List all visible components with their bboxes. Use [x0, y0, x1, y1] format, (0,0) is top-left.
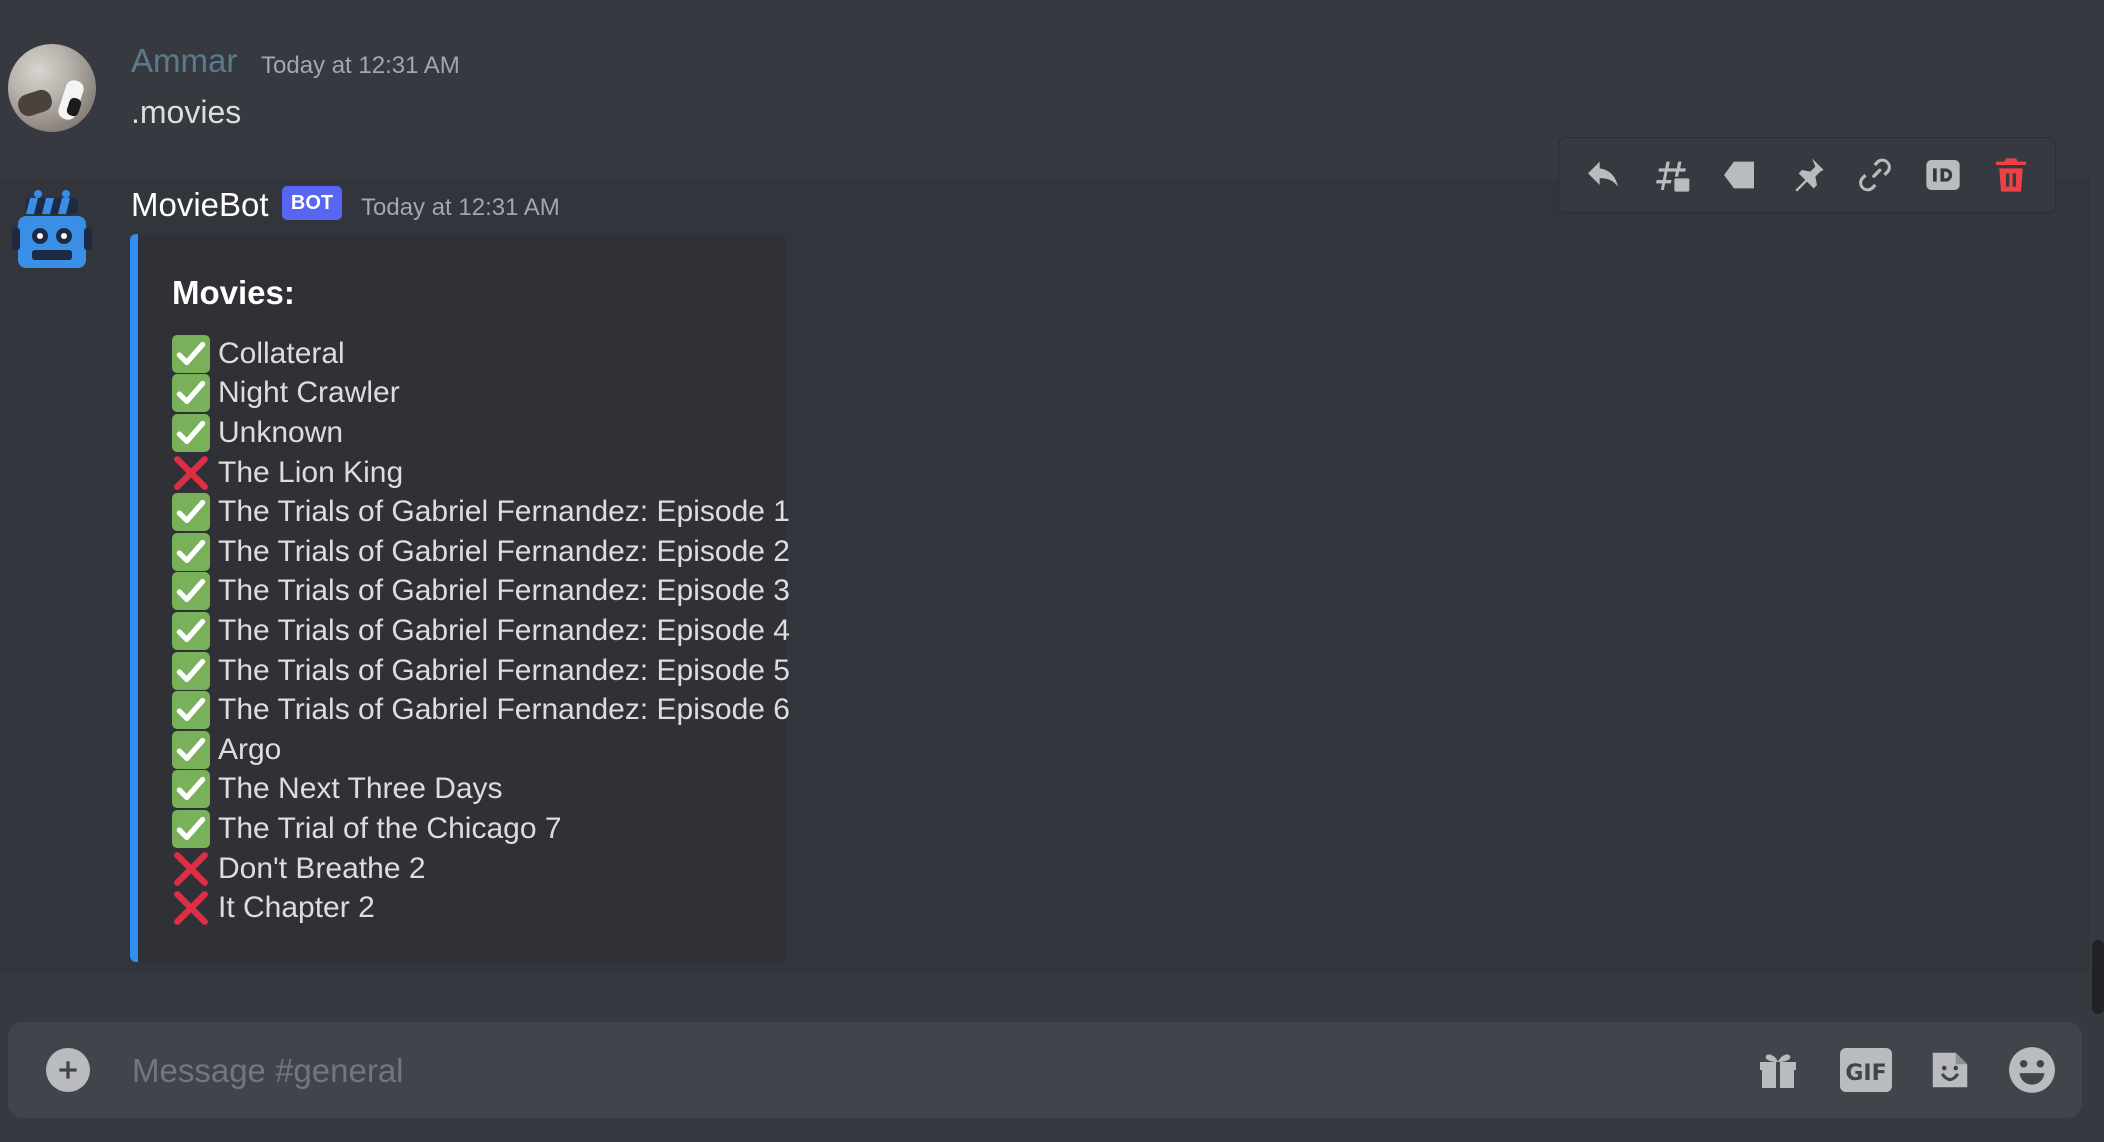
message-composer: GIF: [8, 1022, 2082, 1118]
id-icon: [1926, 160, 1960, 190]
gif-button[interactable]: GIF: [1840, 1044, 1892, 1096]
movie-list-item: Night Crawler: [172, 374, 790, 414]
message-input[interactable]: [130, 1040, 1734, 1102]
avatar-photo-detail: [15, 87, 55, 119]
movie-title: The Trials of Gabriel Fernandez: Episode…: [218, 534, 790, 568]
author-name[interactable]: MovieBot: [131, 186, 269, 224]
movie-list-item: The Trials of Gabriel Fernandez: Episode…: [172, 611, 790, 651]
movie-title: The Trials of Gabriel Fernandez: Episode…: [218, 613, 790, 647]
delete-button[interactable]: [1984, 148, 2038, 202]
message-content: .movies: [131, 94, 242, 130]
cross-mark-icon: [174, 851, 208, 886]
check-mark-icon: [172, 572, 210, 611]
movie-title: The Trial of the Chicago 7: [218, 811, 562, 845]
movie-title: Argo: [218, 732, 282, 766]
check-mark-icon: [172, 532, 210, 571]
check-mark-icon: [172, 413, 210, 452]
cross-mark-icon: [174, 891, 208, 925]
message-moviebot[interactable]: MovieBot BOT Today at 12:31 AM Movies: C…: [0, 178, 2090, 972]
gift-button[interactable]: [1752, 1044, 1804, 1096]
movie-title: The Next Three Days: [218, 772, 503, 806]
movie-list-item: Collateral: [172, 334, 790, 374]
check-mark-icon: [172, 334, 210, 373]
movie-list-item: Unknown: [172, 413, 790, 453]
check-mark-icon: [172, 691, 210, 730]
movie-title: The Trials of Gabriel Fernandez: Episode…: [218, 693, 790, 727]
pin-button[interactable]: [1780, 148, 1834, 202]
movie-title: Collateral: [218, 336, 345, 370]
thread-icon: [1656, 161, 1690, 192]
avatar[interactable]: [8, 188, 96, 276]
message-actions-toolbar: [1558, 137, 2056, 213]
reply-icon: [1588, 161, 1618, 187]
emoji-button[interactable]: [2006, 1044, 2058, 1096]
cross-mark-icon: [174, 455, 208, 490]
movie-title: Unknown: [218, 415, 344, 449]
message-timestamp: Today at 12:31 AM: [361, 194, 560, 221]
avatar[interactable]: [8, 44, 96, 132]
movie-list-item: The Trials of Gabriel Fernandez: Episode…: [172, 651, 790, 691]
movie-title: Night Crawler: [218, 376, 400, 410]
plus-icon: [59, 1061, 77, 1079]
scrollbar-thumb[interactable]: [2092, 940, 2104, 1014]
movie-title: The Trials of Gabriel Fernandez: Episode…: [218, 653, 790, 687]
movie-title: The Trials of Gabriel Fernandez: Episode…: [218, 574, 790, 608]
movie-list-item: It Chapter 2: [172, 888, 790, 928]
movie-list-item: Don't Breathe 2: [172, 849, 790, 889]
movie-list-item: The Trials of Gabriel Fernandez: Episode…: [172, 690, 790, 730]
check-mark-icon: [172, 770, 210, 809]
chat-window: Ammar Today at 12:31 AM .movies MovieBot…: [0, 0, 2104, 1142]
copy-link-button[interactable]: [1848, 148, 1902, 202]
movie-list-item: The Trials of Gabriel Fernandez: Episode…: [172, 572, 790, 612]
movie-list-item: The Trial of the Chicago 7: [172, 809, 790, 849]
reply-button[interactable]: [1576, 148, 1630, 202]
author-name[interactable]: Ammar: [131, 42, 237, 80]
add-attachment-button[interactable]: [46, 1048, 90, 1092]
trash-icon: [1996, 158, 2026, 192]
movie-list-item: The Next Three Days: [172, 770, 790, 810]
movie-title: The Trials of Gabriel Fernandez: Episode…: [218, 495, 790, 529]
check-mark-icon: [172, 611, 210, 650]
movie-list: Collateral Night Crawler Unknown The Lion K…: [172, 334, 790, 928]
movies-embed: Movies: Collateral Night Crawler Unknown Th…: [130, 234, 790, 962]
smiley-icon: [2009, 1047, 2055, 1093]
movie-title: Don't Breathe 2: [218, 851, 426, 885]
gift-icon: [1760, 1054, 1796, 1088]
check-mark-icon: [172, 493, 210, 532]
message-timestamp: Today at 12:31 AM: [261, 52, 460, 79]
check-mark-icon: [172, 809, 210, 848]
gif-label: GIF: [1845, 1061, 1886, 1086]
movie-title: The Lion King: [218, 455, 404, 489]
tag-button[interactable]: [1712, 148, 1766, 202]
sticker-icon: [1932, 1052, 1968, 1088]
check-mark-icon: [172, 730, 210, 769]
tag-icon: [1724, 161, 1754, 189]
copy-id-button[interactable]: [1916, 148, 1970, 202]
movie-list-item: The Trials of Gabriel Fernandez: Episode…: [172, 532, 790, 572]
movie-list-item: The Lion King: [172, 453, 790, 493]
check-mark-icon: [172, 651, 210, 690]
create-thread-button[interactable]: [1644, 148, 1698, 202]
link-icon: [1859, 158, 1891, 192]
movie-list-item: The Trials of Gabriel Fernandez: Episode…: [172, 492, 790, 532]
check-mark-icon: [172, 374, 210, 413]
gif-icon: GIF: [1840, 1048, 1892, 1092]
bot-tag-badge: BOT: [282, 186, 342, 220]
pin-icon: [1795, 158, 1824, 192]
embed-title: Movies:: [172, 274, 295, 311]
movie-title: It Chapter 2: [218, 891, 375, 925]
movie-list-item: Argo: [172, 730, 790, 770]
sticker-button[interactable]: [1924, 1044, 1976, 1096]
